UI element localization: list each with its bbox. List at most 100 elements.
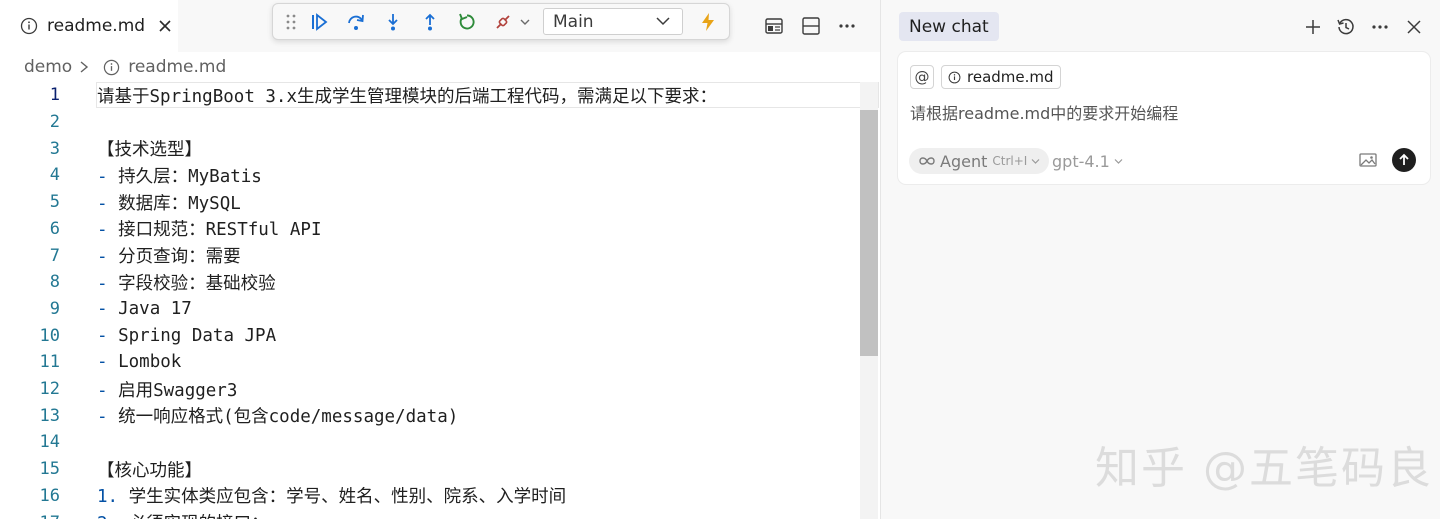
code-editor[interactable]: 1 请基于SpringBoot 3.x生成学生管理模块的后端工程代码，需满足以下要…: [0, 82, 880, 519]
line-number: 6: [49, 218, 60, 239]
line-number: 15: [39, 459, 60, 480]
chat-tab-new[interactable]: New chat: [899, 12, 999, 41]
continue-icon[interactable]: [309, 12, 329, 32]
lightning-icon[interactable]: [698, 12, 718, 32]
line-number: 9: [49, 298, 60, 319]
code-line[interactable]: 14: [0, 429, 860, 456]
chat-panel: New chat @ readme.md 请根据readme.md中的要求开始编…: [880, 0, 1440, 519]
line-number: 3: [49, 138, 60, 159]
line-number: 16: [39, 485, 60, 506]
line-number: 2: [49, 112, 60, 133]
line-number: 11: [39, 352, 60, 373]
code-line[interactable]: 9 - Java 17: [0, 296, 860, 323]
more-actions-icon[interactable]: [1370, 17, 1390, 37]
code-line-text: - 统一响应格式(包含code/message/data): [97, 407, 459, 428]
chevron-down-icon: [1114, 158, 1123, 164]
mode-selector[interactable]: Agent Ctrl+I: [909, 148, 1050, 174]
code-line[interactable]: 17 2. 必须实现的接口：: [0, 509, 860, 519]
line-number: 17: [0, 513, 60, 519]
step-out-icon[interactable]: [420, 12, 440, 32]
line-number: 4: [49, 165, 60, 186]
code-line-text: - Spring Data JPA: [97, 325, 277, 346]
step-into-icon[interactable]: [383, 12, 403, 32]
editor-area: readme.md Main demo readme.md 1 请基于Sprin…: [0, 0, 880, 519]
code-line-text: - 启用Swagger3: [97, 380, 238, 401]
chevron-down-icon[interactable]: [519, 12, 531, 32]
history-icon[interactable]: [1336, 17, 1356, 37]
step-over-icon[interactable]: [346, 12, 366, 32]
watermark: 知乎 @五笔码良: [1095, 443, 1433, 494]
close-icon[interactable]: [1404, 17, 1424, 37]
code-line-text: - 持久层：MyBatis: [97, 166, 262, 187]
line-number: 14: [39, 432, 60, 453]
editor-scroll-thumb[interactable]: [860, 110, 878, 356]
breadcrumb: demo readme.md: [0, 52, 880, 82]
context-file-label: readme.md: [967, 68, 1054, 86]
chevron-down-icon: [656, 17, 670, 26]
layout-panel-icon[interactable]: [764, 16, 784, 36]
code-line[interactable]: 5 - 数据库：MySQL: [0, 189, 860, 216]
breadcrumb-file[interactable]: readme.md: [128, 57, 226, 77]
editor-tab-bar: readme.md Main: [0, 0, 880, 52]
code-line[interactable]: 12 - 启用Swagger3: [0, 376, 860, 403]
code-line[interactable]: 15 【核心功能】: [0, 456, 860, 483]
mode-label: Agent: [940, 151, 988, 171]
info-icon: [20, 17, 38, 35]
infinity-icon: [919, 157, 935, 165]
line-number: 10: [39, 325, 60, 346]
chat-prompt-input[interactable]: 请根据readme.md中的要求开始编程: [910, 100, 1178, 124]
more-actions-icon[interactable]: [837, 16, 857, 36]
line-number: 7: [49, 245, 60, 266]
debug-toolbar: Main: [272, 3, 730, 40]
line-number: 12: [39, 379, 60, 400]
drag-handle-icon[interactable]: [285, 12, 297, 32]
code-line-text: 1. 学生实体类应包含：学号、姓名、性别、院系、入学时间: [97, 487, 567, 508]
add-context-button[interactable]: @: [910, 65, 934, 89]
line-number: 1: [49, 85, 60, 106]
chat-input-card: @ readme.md 请根据readme.md中的要求开始编程 Agent C…: [898, 52, 1430, 184]
code-line[interactable]: 4 - 持久层：MyBatis: [0, 162, 860, 189]
code-line[interactable]: 13 - 统一响应格式(包含code/message/data): [0, 402, 860, 429]
code-line-text: 请基于SpringBoot 3.x生成学生管理模块的后端工程代码，需满足以下要求…: [97, 86, 718, 107]
editor-tab-readme[interactable]: readme.md: [0, 0, 178, 52]
code-line-text: - 接口规范：RESTful API: [97, 220, 322, 241]
code-line[interactable]: 11 - Lombok: [0, 349, 860, 376]
image-icon[interactable]: [1359, 152, 1377, 168]
close-icon[interactable]: [157, 18, 173, 34]
split-editor-icon[interactable]: [801, 16, 821, 36]
code-line[interactable]: 1 请基于SpringBoot 3.x生成学生管理模块的后端工程代码，需满足以下要…: [0, 82, 860, 109]
code-line-text: - 数据库：MySQL: [97, 193, 241, 214]
send-button[interactable]: [1392, 148, 1416, 172]
code-line-text: - Java 17: [97, 298, 192, 319]
breadcrumb-folder[interactable]: demo: [24, 57, 72, 77]
code-line-text: 【核心功能】: [97, 460, 202, 481]
info-icon: [104, 59, 120, 75]
code-line-text: 【技术选型】: [97, 140, 202, 161]
line-number: 8: [49, 272, 60, 293]
code-line-text: - 字段校验：基础校验: [97, 273, 276, 294]
code-line[interactable]: 10 - Spring Data JPA: [0, 322, 860, 349]
code-line[interactable]: 7 - 分页查询：需要: [0, 242, 860, 269]
model-label: gpt-4.1: [1052, 151, 1110, 171]
code-line[interactable]: 16 1. 学生实体类应包含：学号、姓名、性别、院系、入学时间: [0, 483, 860, 510]
code-line-text: - Lombok: [97, 352, 182, 373]
debug-config-value: Main: [553, 11, 594, 32]
editor-tab-label: readme.md: [47, 16, 146, 36]
chevron-down-icon: [1031, 158, 1040, 164]
debug-config-select[interactable]: Main: [543, 8, 683, 35]
code-line[interactable]: 2: [0, 109, 860, 136]
context-file-chip[interactable]: readme.md: [941, 65, 1061, 89]
line-number: 5: [49, 192, 60, 213]
code-line[interactable]: 8 - 字段校验：基础校验: [0, 269, 860, 296]
mode-shortcut: Ctrl+I: [992, 154, 1028, 168]
model-selector[interactable]: gpt-4.1: [1052, 148, 1123, 174]
arrow-up-icon: [1399, 153, 1409, 165]
line-number: 13: [39, 405, 60, 426]
disconnect-icon[interactable]: [493, 12, 513, 32]
restart-icon[interactable]: [457, 12, 477, 32]
code-line[interactable]: 6 - 接口规范：RESTful API: [0, 216, 860, 243]
code-line-text: 2. 必须实现的接口：: [97, 510, 269, 519]
info-icon: [948, 71, 961, 83]
code-line[interactable]: 3 【技术选型】: [0, 135, 860, 162]
plus-icon[interactable]: [1303, 17, 1323, 37]
